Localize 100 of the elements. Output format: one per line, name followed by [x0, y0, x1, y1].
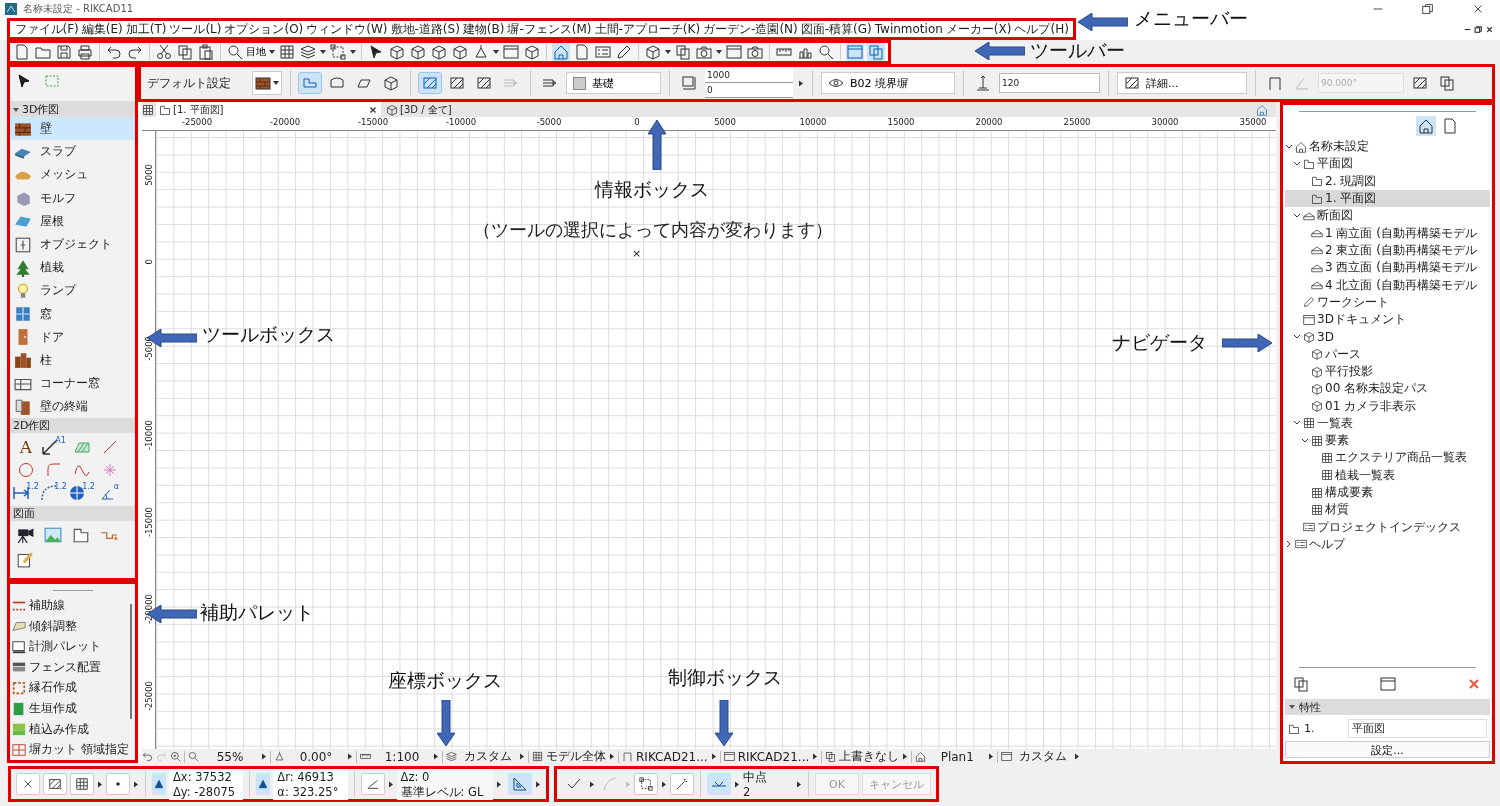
palette-item[interactable]: 塀カット 領域指定	[10, 739, 135, 760]
caret-icon[interactable]	[133, 780, 139, 788]
restore-icon[interactable]	[1474, 24, 1483, 34]
caret-icon[interactable]	[589, 780, 595, 788]
set-square-icon[interactable]	[508, 773, 532, 795]
paste-icon[interactable]	[197, 43, 215, 61]
tree-item[interactable]: 00 名称未設定パス	[1285, 380, 1490, 398]
caret-icon[interactable]	[535, 780, 541, 788]
tool-item[interactable]: 植栽	[10, 256, 135, 280]
tree-item[interactable]: 一覧表	[1285, 414, 1490, 433]
menu-item[interactable]: オプション(O)	[223, 20, 305, 38]
tree-item[interactable]: 01 カメラ非表示	[1285, 397, 1490, 415]
caret-icon[interactable]	[796, 780, 802, 788]
menu-item[interactable]: メーカー(X)	[944, 20, 1013, 38]
brush-icon[interactable]	[615, 43, 633, 61]
caret-icon[interactable]	[734, 780, 740, 788]
tree-item[interactable]: 1 南立面 (自動再構築モデル	[1285, 224, 1490, 242]
coordinate-field[interactable]: Δx: 37532 Δy: -28075	[169, 768, 244, 800]
text-tool[interactable]: A	[12, 436, 40, 458]
tree-item[interactable]: プロジェクトインデックス	[1285, 518, 1490, 536]
scrollbar[interactable]	[130, 604, 132, 720]
panel-icon[interactable]	[502, 43, 520, 61]
tree-item[interactable]: 材質	[1285, 501, 1490, 519]
scissors-icon[interactable]	[155, 43, 173, 61]
menu-item[interactable]: Twinmotion	[873, 22, 945, 36]
video-icon[interactable]	[746, 43, 764, 61]
nodes-icon[interactable]	[634, 773, 658, 795]
note-pencil-icon[interactable]	[16, 550, 34, 569]
save-icon[interactable]	[55, 43, 73, 61]
copy-icon[interactable]	[176, 43, 194, 61]
tree-item[interactable]: 平行投影	[1285, 362, 1490, 381]
status-value[interactable]: Plan1	[929, 749, 986, 764]
menu-item[interactable]: ガーデン-造園(N)	[701, 20, 800, 38]
bottom-height-field[interactable]: 0	[705, 83, 793, 98]
tree-item[interactable]: 2 東立面 (自動再構築モデル	[1285, 241, 1490, 260]
scale-icon[interactable]	[360, 751, 371, 762]
grid-view-icon[interactable]	[142, 103, 154, 116]
top-height-field[interactable]: 1000	[705, 68, 793, 83]
level-dimension-tool[interactable]: 1.2	[68, 482, 96, 504]
tree-item[interactable]: 構成要素	[1285, 483, 1490, 502]
cube-icon[interactable]	[430, 43, 448, 61]
tree-item[interactable]: エクステリア商品一覧表	[1285, 449, 1490, 467]
tree-item[interactable]: 平面図	[1285, 155, 1490, 173]
caret-icon[interactable]	[1289, 704, 1295, 710]
layers-icon[interactable]	[299, 43, 317, 61]
camera-icon[interactable]	[695, 43, 713, 61]
tree-item[interactable]: 3 西立面 (自動再構築モデル	[1285, 259, 1490, 277]
coordinate-field[interactable]: Δr: 46913 α: 323.25°	[273, 768, 348, 800]
chevron-icon[interactable]	[1285, 540, 1293, 549]
caret-icon[interactable]	[519, 753, 525, 760]
thickness-field[interactable]: 120	[999, 73, 1100, 93]
dimension-tool[interactable]: 1.2	[12, 482, 40, 504]
cube-icon[interactable]	[388, 43, 406, 61]
close-icon[interactable]	[1485, 24, 1494, 34]
rubber-band-icon[interactable]	[16, 773, 40, 795]
status-value[interactable]: RIKCAD21...	[737, 749, 810, 764]
layer-dropdown[interactable]: 基礎	[566, 72, 661, 94]
grid-snap-icon[interactable]	[70, 773, 94, 795]
tool-item[interactable]: 壁	[10, 117, 135, 141]
zoom-fit-icon[interactable]	[188, 751, 199, 762]
new-file-icon[interactable]	[13, 43, 31, 61]
palette-item[interactable]: フェンス配置	[10, 657, 135, 678]
window-icon[interactable]	[1377, 674, 1398, 694]
caret-icon[interactable]	[320, 49, 326, 55]
palette-item[interactable]: 補助線	[10, 595, 135, 616]
dimension-set-icon[interactable]	[1001, 751, 1013, 762]
override-icon[interactable]	[825, 751, 837, 762]
caret-icon[interactable]	[493, 49, 499, 55]
caret-icon[interactable]	[609, 753, 615, 760]
palette-item[interactable]: 傾斜調整	[10, 615, 135, 637]
tree-item[interactable]: 断面図	[1285, 207, 1490, 225]
menu-item[interactable]: 加工(T)	[124, 20, 168, 38]
tree-item[interactable]: 1. 平面図	[1285, 189, 1490, 208]
menu-item[interactable]: 土間-アプローチ(K)	[593, 20, 702, 38]
zoom-icon[interactable]	[817, 43, 835, 61]
caret-icon[interactable]	[97, 780, 103, 788]
view-name-field[interactable]: 平面図	[1348, 719, 1487, 738]
renovation-icon[interactable]	[915, 751, 927, 762]
tree-item[interactable]: 植栽一覧表	[1285, 466, 1490, 484]
tree-item[interactable]: パース	[1285, 345, 1490, 363]
view-tab[interactable]: [3D / 全て]	[383, 102, 608, 117]
caret-icon[interactable]	[496, 780, 502, 788]
picture-icon[interactable]	[44, 526, 62, 545]
detail-dropdown[interactable]: 詳細...	[1117, 72, 1247, 94]
menu-item[interactable]: ウィンドウ(W)	[304, 20, 390, 38]
layout-icon[interactable]	[72, 526, 90, 545]
window-icon[interactable]	[846, 43, 864, 61]
label-tool[interactable]: A1	[40, 436, 68, 458]
snap-field[interactable]: 中点 2	[743, 769, 793, 799]
properties-header[interactable]: 特性	[1285, 699, 1490, 715]
settings-button[interactable]: 設定...	[1285, 741, 1490, 758]
status-value[interactable]: カスタム	[1015, 748, 1072, 765]
cube-icon[interactable]	[451, 43, 469, 61]
tree-item[interactable]: ワークシート	[1285, 293, 1490, 311]
delta-toggle-icon[interactable]	[152, 773, 166, 795]
status-value[interactable]: 1:100	[374, 749, 430, 764]
tool-item[interactable]: 壁の終端	[10, 395, 135, 419]
palette-item[interactable]: 生垣作成	[10, 698, 135, 719]
tool-item[interactable]: メッシュ	[10, 163, 135, 187]
caret-icon[interactable]	[269, 49, 275, 55]
